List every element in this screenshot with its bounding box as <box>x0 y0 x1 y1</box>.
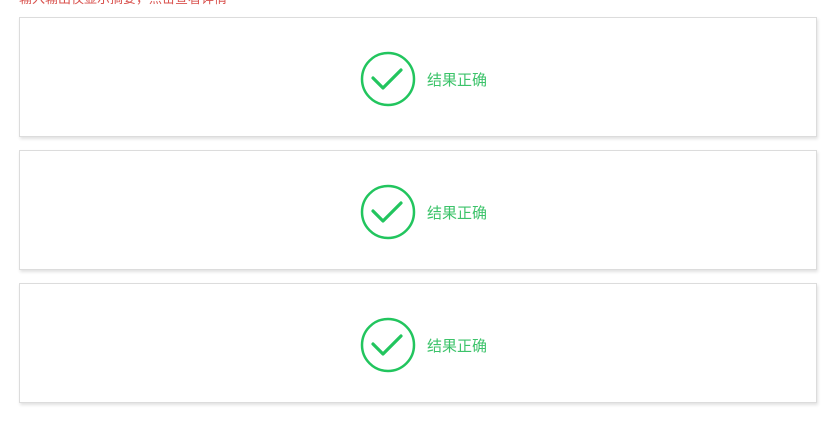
test-case-result-panel[interactable]: 结果正确 <box>19 283 817 403</box>
result-status: 结果正确 <box>360 317 487 373</box>
result-label: 结果正确 <box>427 70 488 89</box>
check-circle-icon <box>360 317 416 373</box>
check-circle-icon <box>360 51 416 107</box>
test-case-result-panel[interactable]: 结果正确 <box>19 17 817 137</box>
check-circle-icon <box>360 184 416 240</box>
result-label: 结果正确 <box>427 203 488 222</box>
result-status: 结果正确 <box>360 184 487 240</box>
result-status: 结果正确 <box>360 51 487 107</box>
test-case-result-panel[interactable]: 结果正确 <box>19 150 817 270</box>
result-label: 结果正确 <box>427 336 488 355</box>
summary-notice: 输入输出仅显示摘要，点击查看详情 <box>19 0 227 9</box>
